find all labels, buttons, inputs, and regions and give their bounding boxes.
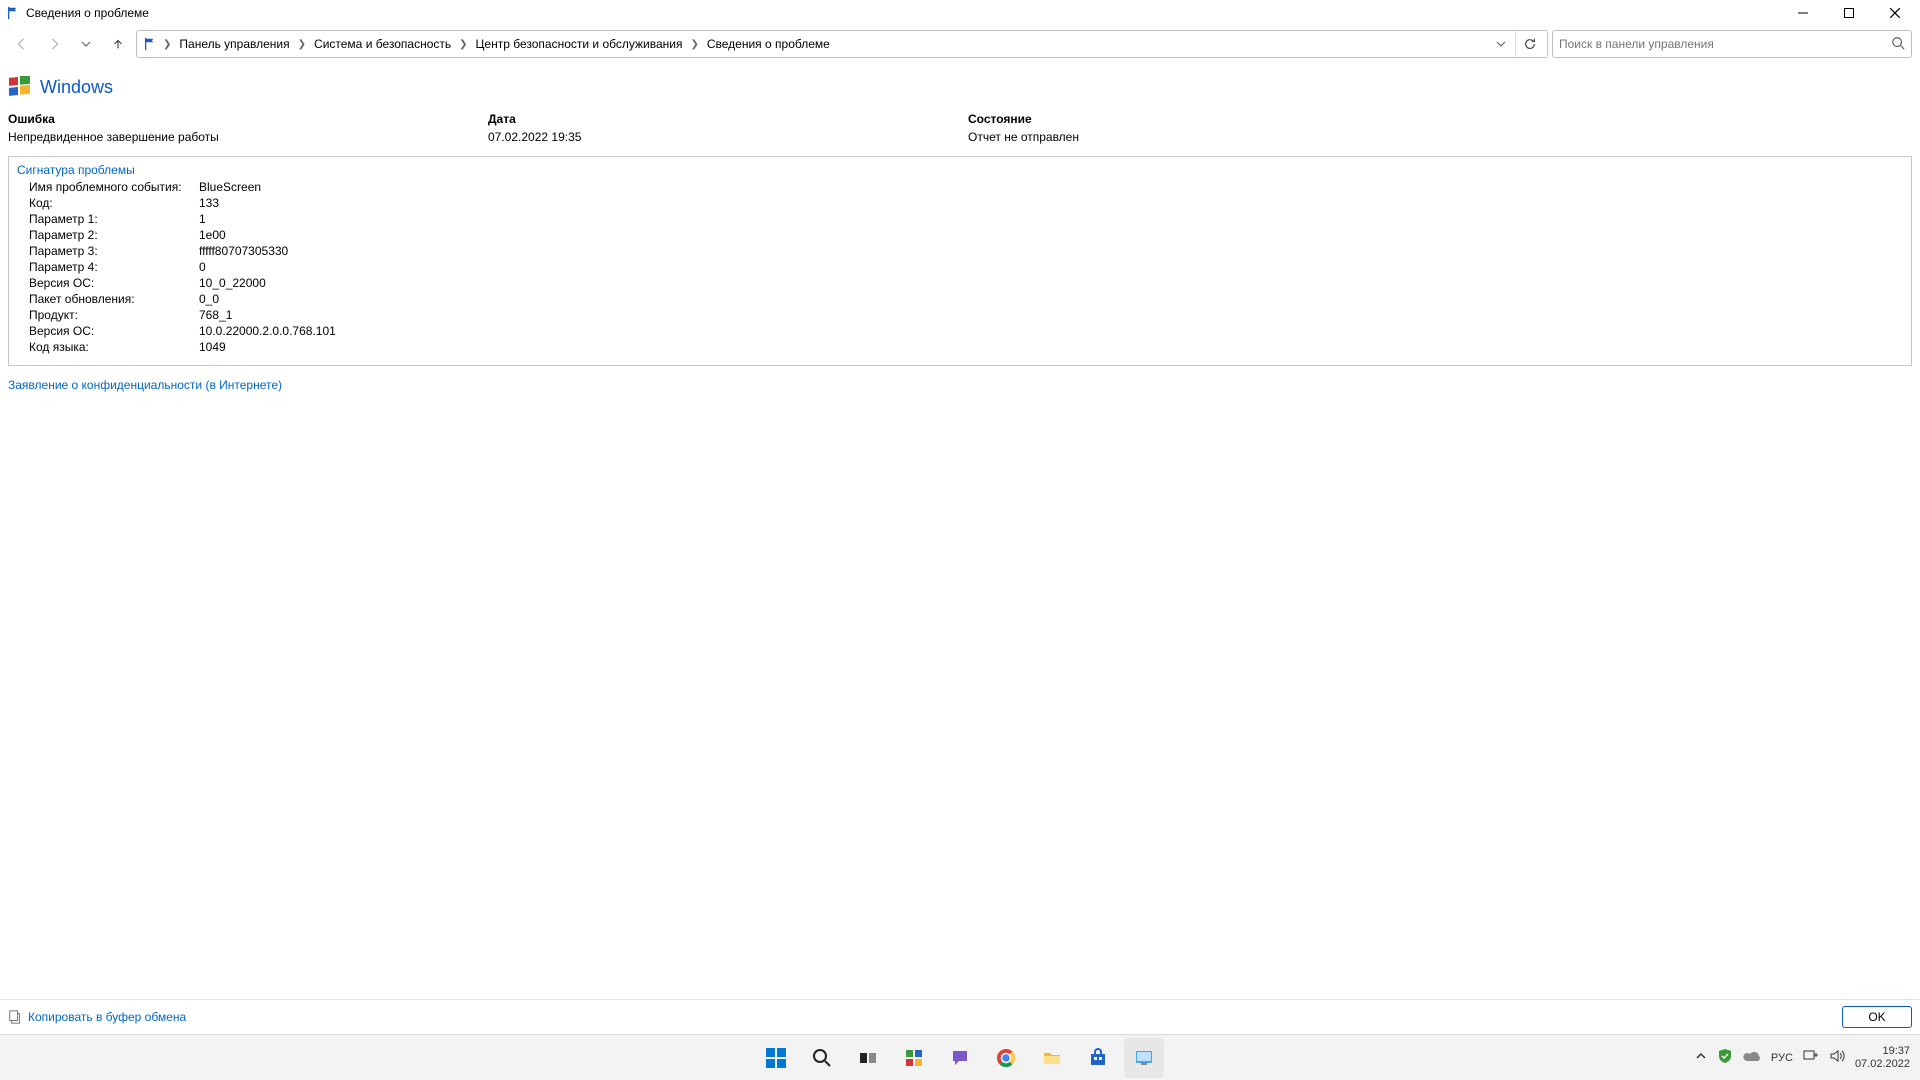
- signature-row: Код:133: [17, 195, 1903, 211]
- signature-value: 0: [199, 259, 206, 275]
- signature-row: Код языка:1049: [17, 339, 1903, 355]
- signature-row: Параметр 2:1e00: [17, 227, 1903, 243]
- signature-value: 133: [199, 195, 219, 211]
- app-name: Windows: [40, 77, 113, 98]
- address-dropdown[interactable]: [1489, 31, 1513, 57]
- signature-value: 768_1: [199, 307, 232, 323]
- signature-value: 0_0: [199, 291, 219, 307]
- summary-date-value: 07.02.2022 19:35: [488, 130, 968, 144]
- search-icon[interactable]: [1891, 36, 1905, 53]
- file-explorer-button[interactable]: [1032, 1038, 1072, 1078]
- problem-signature-box: Сигнатура проблемы Имя проблемного событ…: [8, 156, 1912, 366]
- breadcrumb-item[interactable]: Система и безопасность: [310, 35, 455, 53]
- signature-value: BlueScreen: [199, 179, 261, 195]
- refresh-button[interactable]: [1515, 31, 1543, 57]
- clock[interactable]: 19:37 07.02.2022: [1855, 1045, 1914, 1071]
- breadcrumb-item[interactable]: Центр безопасности и обслуживания: [472, 35, 687, 53]
- signature-row: Версия ОС:10_0_22000: [17, 275, 1903, 291]
- store-button[interactable]: [1078, 1038, 1118, 1078]
- signature-value: 1e00: [199, 227, 226, 243]
- recent-dropdown[interactable]: [72, 30, 100, 58]
- privacy-link[interactable]: Заявление о конфиденциальности (в Интерн…: [8, 378, 282, 392]
- signature-key: Продукт:: [29, 307, 199, 323]
- window-title: Сведения о проблеме: [26, 6, 149, 20]
- nav-row: ❯ Панель управления ❯ Система и безопасн…: [0, 26, 1920, 62]
- summary-state-label: Состояние: [968, 112, 1912, 126]
- signature-key: Версия ОС:: [29, 275, 199, 291]
- windows-logo-icon: [8, 76, 32, 98]
- forward-button[interactable]: [40, 30, 68, 58]
- taskbar-center: [756, 1038, 1164, 1078]
- signature-row: Параметр 1:1: [17, 211, 1903, 227]
- signature-value: 10.0.22000.2.0.0.768.101: [199, 323, 336, 339]
- signature-key: Имя проблемного события:: [29, 179, 199, 195]
- signature-key: Пакет обновления:: [29, 291, 199, 307]
- signature-value: 10_0_22000: [199, 275, 266, 291]
- signature-key: Параметр 2:: [29, 227, 199, 243]
- search-input[interactable]: [1559, 37, 1891, 51]
- up-button[interactable]: [104, 30, 132, 58]
- copy-to-clipboard-link[interactable]: Копировать в буфер обмена: [28, 1010, 186, 1024]
- signature-value: fffff80707305330: [199, 243, 288, 259]
- language-indicator[interactable]: РУС: [1771, 1052, 1793, 1064]
- signature-title: Сигнатура проблемы: [17, 163, 1903, 177]
- chevron-right-icon[interactable]: ❯: [161, 39, 173, 50]
- search-taskbar-button[interactable]: [802, 1038, 842, 1078]
- app-header: Windows: [8, 70, 1912, 112]
- summary-state-value: Отчет не отправлен: [968, 130, 1912, 144]
- ok-button[interactable]: OK: [1842, 1006, 1912, 1028]
- signature-row: Продукт:768_1: [17, 307, 1903, 323]
- chrome-button[interactable]: [986, 1038, 1026, 1078]
- chevron-right-icon[interactable]: ❯: [457, 39, 469, 50]
- widgets-button[interactable]: [894, 1038, 934, 1078]
- system-tray: РУС 19:37 07.02.2022: [1695, 1045, 1914, 1071]
- signature-row: Параметр 3:fffff80707305330: [17, 243, 1903, 259]
- signature-row: Пакет обновления:0_0: [17, 291, 1903, 307]
- volume-icon[interactable]: [1829, 1049, 1845, 1066]
- control-panel-taskbar-button[interactable]: [1124, 1038, 1164, 1078]
- network-icon[interactable]: [1803, 1049, 1819, 1066]
- clock-time: 19:37: [1855, 1045, 1910, 1058]
- privacy-link-row: Заявление о конфиденциальности (в Интерн…: [8, 378, 1912, 392]
- breadcrumb-item[interactable]: Сведения о проблеме: [703, 35, 834, 53]
- search-box[interactable]: [1552, 30, 1912, 58]
- task-view-button[interactable]: [848, 1038, 888, 1078]
- taskbar: РУС 19:37 07.02.2022: [0, 1034, 1920, 1080]
- close-button[interactable]: [1872, 0, 1918, 26]
- start-button[interactable]: [756, 1038, 796, 1078]
- summary-error-value: Непредвиденное завершение работы: [8, 130, 488, 144]
- security-icon[interactable]: [1717, 1048, 1733, 1067]
- signature-row: Имя проблемного события:BlueScreen: [17, 179, 1903, 195]
- title-bar: Сведения о проблеме: [0, 0, 1920, 26]
- signature-key: Параметр 4:: [29, 259, 199, 275]
- minimize-button[interactable]: [1780, 0, 1826, 26]
- signature-key: Код:: [29, 195, 199, 211]
- signature-value: 1049: [199, 339, 226, 355]
- signature-row: Версия ОС:10.0.22000.2.0.0.768.101: [17, 323, 1903, 339]
- summary-date-label: Дата: [488, 112, 968, 126]
- tray-overflow-icon[interactable]: [1695, 1050, 1707, 1065]
- summary-grid: Ошибка Дата Состояние Непредвиденное зав…: [8, 112, 1912, 156]
- signature-value: 1: [199, 211, 206, 227]
- chevron-right-icon[interactable]: ❯: [296, 39, 308, 50]
- footer-bar: Копировать в буфер обмена OK: [0, 999, 1920, 1034]
- chat-button[interactable]: [940, 1038, 980, 1078]
- signature-key: Код языка:: [29, 339, 199, 355]
- signature-key: Версия ОС:: [29, 323, 199, 339]
- signature-row: Параметр 4:0: [17, 259, 1903, 275]
- breadcrumb-item[interactable]: Панель управления: [175, 35, 293, 53]
- back-button[interactable]: [8, 30, 36, 58]
- address-bar[interactable]: ❯ Панель управления ❯ Система и безопасн…: [136, 30, 1548, 58]
- signature-key: Параметр 3:: [29, 243, 199, 259]
- copy-icon: [8, 1010, 22, 1024]
- chevron-right-icon[interactable]: ❯: [688, 39, 700, 50]
- clock-date: 07.02.2022: [1855, 1058, 1910, 1071]
- summary-error-label: Ошибка: [8, 112, 488, 126]
- flag-icon: [6, 6, 20, 20]
- flag-icon: [143, 37, 157, 51]
- content-area: Windows Ошибка Дата Состояние Непредвиде…: [0, 62, 1920, 392]
- maximize-button[interactable]: [1826, 0, 1872, 26]
- signature-key: Параметр 1:: [29, 211, 199, 227]
- onedrive-icon[interactable]: [1743, 1050, 1761, 1065]
